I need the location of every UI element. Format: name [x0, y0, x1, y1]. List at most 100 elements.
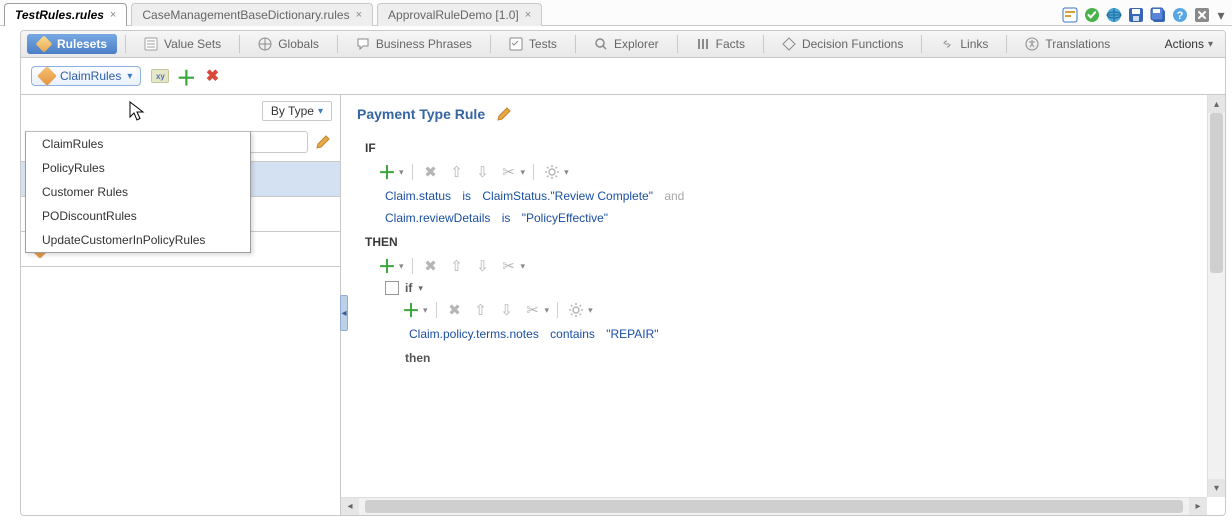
caret-down-icon: ▾	[127, 71, 132, 82]
topbar-icon-group: ? ▾	[1062, 7, 1232, 25]
caret-down-icon[interactable]: ▾	[399, 167, 404, 178]
validate-icon[interactable]	[1084, 7, 1100, 23]
caret-down-icon[interactable]: ▾	[423, 305, 428, 316]
actions-menu[interactable]: Actions ▾	[1159, 37, 1219, 51]
scroll-left-icon[interactable]: ◂	[341, 498, 359, 515]
nested-condition-expr[interactable]: Claim.policy.terms.notes contains "REPAI…	[385, 323, 1191, 345]
cut-icon[interactable]: ✂	[499, 256, 519, 276]
horizontal-scrollbar[interactable]: ◂ ▸	[341, 497, 1207, 515]
caret-down-icon[interactable]: ▾	[521, 167, 526, 178]
cut-icon[interactable]: ✂	[499, 162, 519, 182]
tab-explorer[interactable]: Explorer	[584, 34, 669, 54]
tab-label: Explorer	[614, 37, 659, 51]
condition-toolbar: ＋ ▾ ✖ ⇧ ⇩ ✂ ▾ ▾	[357, 159, 1191, 185]
move-down-icon[interactable]: ⇩	[473, 256, 493, 276]
splitter-handle[interactable]: ◂	[340, 295, 348, 331]
tab-translations[interactable]: Translations	[1015, 34, 1120, 54]
tab-value-sets[interactable]: Value Sets	[134, 34, 231, 54]
move-down-icon[interactable]: ⇩	[497, 300, 517, 320]
move-up-icon[interactable]: ⇧	[447, 162, 467, 182]
xy-badge-icon[interactable]: xy	[151, 67, 169, 85]
link-icon	[940, 37, 954, 51]
file-tab-active[interactable]: TestRules.rules ×	[4, 3, 127, 26]
delete-icon[interactable]: ✖	[445, 300, 465, 320]
scroll-up-icon[interactable]: ▴	[1208, 95, 1225, 113]
save-all-icon[interactable]	[1150, 7, 1166, 23]
caret-down-icon[interactable]: ▾	[521, 261, 526, 272]
delete-icon[interactable]: ✖	[421, 162, 441, 182]
function-icon	[782, 37, 796, 51]
tab-label: Links	[960, 37, 988, 51]
tab-business-phrases[interactable]: Business Phrases	[346, 34, 482, 54]
file-tab-bar: TestRules.rules × CaseManagementBaseDict…	[0, 0, 1232, 26]
file-tab[interactable]: ApprovalRuleDemo [1.0] ×	[377, 3, 542, 26]
caret-down-icon: ▾	[1208, 39, 1213, 50]
scroll-right-icon[interactable]: ▸	[1189, 498, 1207, 515]
dropdown-item[interactable]: Customer Rules	[26, 180, 250, 204]
move-up-icon[interactable]: ⇧	[447, 256, 467, 276]
tab-links[interactable]: Links	[930, 34, 998, 54]
ruleset-chooser-button[interactable]: ClaimRules ▾	[31, 66, 141, 86]
tab-label: Translations	[1045, 37, 1110, 51]
keyword-then-lc: then	[405, 351, 1191, 365]
dropdown-item[interactable]: PODiscountRules	[26, 204, 250, 228]
add-icon[interactable]: ＋	[377, 256, 397, 276]
dropdown-item[interactable]: UpdateCustomerInPolicyRules	[26, 228, 250, 252]
condition-expr[interactable]: Claim.status is ClaimStatus."Review Comp…	[357, 185, 1191, 207]
add-icon[interactable]: ＋	[177, 67, 195, 85]
ruleset-chooser-label: ClaimRules	[60, 69, 121, 83]
tab-rulesets[interactable]: Rulesets	[27, 34, 117, 54]
caret-down-icon[interactable]: ▾	[399, 261, 404, 272]
cut-icon[interactable]: ✂	[523, 300, 543, 320]
list-icon	[144, 37, 158, 51]
tab-decision-functions[interactable]: Decision Functions	[772, 34, 913, 54]
rule-editor-panel: Payment Type Rule IF ＋ ▾ ✖ ⇧ ⇩ ✂ ▾	[341, 95, 1225, 515]
tab-label: Decision Functions	[802, 37, 903, 51]
close-icon[interactable]: ×	[110, 9, 116, 21]
close-icon[interactable]: ×	[525, 9, 531, 21]
close-panel-icon[interactable]	[1194, 7, 1210, 23]
search-icon	[594, 37, 608, 51]
gear-icon[interactable]	[566, 300, 586, 320]
filter-dropdown[interactable]: By Type ▾	[262, 101, 332, 121]
caret-down-icon[interactable]: ▾	[545, 305, 550, 316]
vertical-scrollbar[interactable]: ▴ ▾	[1207, 95, 1225, 497]
scroll-thumb[interactable]	[365, 500, 1183, 513]
find-highlight-icon[interactable]	[1062, 7, 1078, 23]
tab-facts[interactable]: Facts	[686, 34, 755, 54]
caret-down-icon: ▾	[318, 106, 323, 117]
tab-label: Globals	[278, 37, 319, 51]
save-icon[interactable]	[1128, 7, 1144, 23]
nested-block: if ▾ ＋ ▾ ✖ ⇧ ⇩ ✂ ▾	[385, 279, 1191, 345]
file-tab-label: CaseManagementBaseDictionary.rules	[142, 8, 349, 22]
condition-expr[interactable]: Claim.reviewDetails is "PolicyEffective"	[357, 207, 1191, 229]
caret-down-icon[interactable]: ▾	[564, 167, 569, 178]
delete-icon[interactable]: ✖	[203, 67, 221, 85]
rule-editor-content: Payment Type Rule IF ＋ ▾ ✖ ⇧ ⇩ ✂ ▾	[341, 95, 1207, 497]
dropdown-item[interactable]: ClaimRules	[26, 132, 250, 156]
gear-icon[interactable]	[542, 162, 562, 182]
help-icon[interactable]: ?	[1172, 7, 1188, 23]
globe-icon[interactable]	[1106, 7, 1122, 23]
menu-caret-icon[interactable]: ▾	[1216, 7, 1226, 23]
tab-globals[interactable]: Globals	[248, 34, 329, 54]
caret-down-icon[interactable]: ▾	[588, 305, 593, 316]
move-up-icon[interactable]: ⇧	[471, 300, 491, 320]
speech-icon	[356, 37, 370, 51]
scroll-down-icon[interactable]: ▾	[1208, 479, 1225, 497]
tab-tests[interactable]: Tests	[499, 34, 567, 54]
add-icon[interactable]: ＋	[377, 162, 397, 182]
edit-icon[interactable]	[495, 105, 513, 123]
add-icon[interactable]: ＋	[401, 300, 421, 320]
tab-label: Facts	[716, 37, 745, 51]
edit-icon[interactable]	[314, 133, 332, 151]
file-tab[interactable]: CaseManagementBaseDictionary.rules ×	[131, 3, 373, 26]
dropdown-item[interactable]: PolicyRules	[26, 156, 250, 180]
delete-icon[interactable]: ✖	[421, 256, 441, 276]
move-down-icon[interactable]: ⇩	[473, 162, 493, 182]
columns-icon	[696, 37, 710, 51]
scroll-thumb[interactable]	[1210, 113, 1223, 273]
caret-down-icon[interactable]: ▾	[418, 283, 423, 294]
checkbox[interactable]	[385, 281, 399, 295]
close-icon[interactable]: ×	[356, 9, 362, 21]
